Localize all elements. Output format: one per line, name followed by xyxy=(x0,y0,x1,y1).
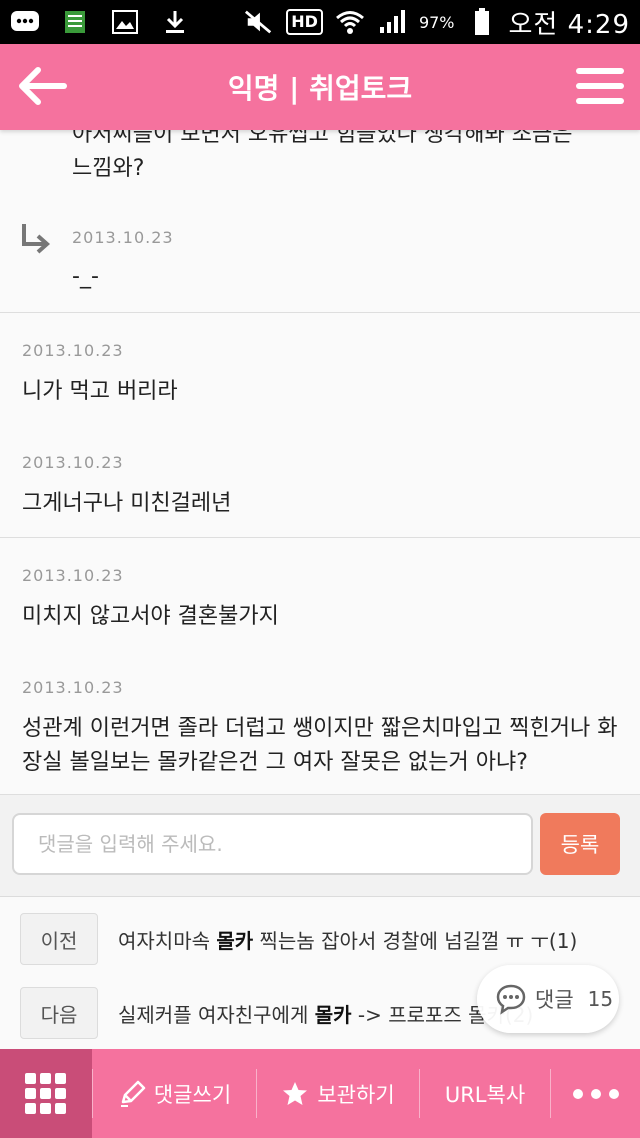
next-tag: 다음 xyxy=(20,987,98,1039)
comment-item: 2013.10.23 성관계 이런거면 졸라 더럽고 쌩이지만 짧은치마입고 찍… xyxy=(22,678,622,780)
write-comment-label: 댓글쓰기 xyxy=(153,1082,232,1107)
battery-percent: 97% xyxy=(418,12,455,32)
reply-text: -_- xyxy=(72,264,99,289)
speech-bubble-icon xyxy=(496,984,526,1015)
status-bar: HD 97% 오전 4:29 xyxy=(0,0,640,44)
reply-arrow-icon xyxy=(22,224,51,254)
comment-text: 니가 먹고 버리라 xyxy=(22,379,178,404)
comment-date: 2013.10.23 xyxy=(22,341,124,360)
comment-input-row: 등록 xyxy=(0,795,640,897)
comment-group: 2013.10.23 미치지 않고서야 결혼불가지 2013.10.23 성관계… xyxy=(0,538,640,795)
copy-url-button[interactable]: URL복사 xyxy=(419,1069,550,1118)
comment-input[interactable] xyxy=(12,813,533,875)
back-arrow-icon xyxy=(19,67,67,105)
battery-icon xyxy=(467,8,497,35)
reply-date: 2013.10.23 xyxy=(72,228,174,247)
prev-post-title: 여자치마속 몰카 찍는놈 잡아서 경찰에 넘길껄 ㅠ ㅜ(1) xyxy=(118,928,578,953)
page-title: 익명 | 취업토크 xyxy=(227,72,413,105)
pencil-icon xyxy=(120,1080,146,1107)
apps-grid-button[interactable] xyxy=(0,1049,92,1138)
comment-item: 2013.10.23 그게너구나 미친걸레년 xyxy=(22,453,622,521)
write-comment-button[interactable]: 댓글쓰기 xyxy=(92,1069,256,1118)
comment-count-button[interactable]: 댓글 15 xyxy=(477,965,619,1033)
menu-button[interactable] xyxy=(576,64,624,108)
cut-off-comment-text: 아저씨들이 보면서 오유썹고 힘들었나 생각해봐 조금은 xyxy=(72,130,573,147)
hamburger-icon xyxy=(576,68,624,74)
hd-voice-badge: HD xyxy=(286,9,323,35)
comment-group: 2013.10.23 니가 먹고 버리라 2013.10.23 그게너구나 미친… xyxy=(0,313,640,538)
reply-comment-block: 아저씨들이 보면서 오유썹고 힘들었나 생각해봐 조금은 느낌와? 2013.1… xyxy=(0,130,640,313)
star-icon xyxy=(283,1081,308,1105)
comment-date: 2013.10.23 xyxy=(22,453,124,472)
comment-text: 미치지 않고서야 결혼불가지 xyxy=(22,604,279,629)
comment-text: 그게너구나 미친걸레년 xyxy=(22,491,232,516)
wifi-icon xyxy=(335,9,365,35)
bookmark-label: 보관하기 xyxy=(317,1082,395,1107)
chat-bubble-icon xyxy=(10,9,40,35)
download-icon xyxy=(160,9,190,35)
more-button[interactable] xyxy=(550,1069,640,1118)
spreadsheet-icon xyxy=(60,9,90,35)
app-header: 익명 | 취업토크 xyxy=(0,44,640,130)
comment-text: 성관계 이런거면 졸라 더럽고 쌩이지만 짧은치마입고 찍힌거나 화장실 볼일보… xyxy=(22,716,618,775)
image-icon xyxy=(110,9,140,35)
comment-item: 2013.10.23 니가 먹고 버리라 xyxy=(22,341,622,409)
comment-count: 15 xyxy=(587,987,614,1011)
signal-icon xyxy=(377,9,407,35)
prev-tag: 이전 xyxy=(20,913,98,965)
grid-icon xyxy=(25,1072,66,1114)
submit-comment-button[interactable]: 등록 xyxy=(540,813,620,875)
comment-count-label: 댓글 xyxy=(535,988,574,1012)
comment-list[interactable]: 아저씨들이 보면서 오유썹고 힘들었나 생각해봐 조금은 느낌와? 2013.1… xyxy=(0,130,640,795)
bottom-toolbar: 댓글쓰기 보관하기 URL복사 xyxy=(0,1049,640,1138)
bookmark-button[interactable]: 보관하기 xyxy=(256,1069,419,1118)
back-button[interactable] xyxy=(16,64,68,108)
cut-off-comment-text-line2: 느낌와? xyxy=(72,156,145,181)
copy-url-label: URL복사 xyxy=(444,1082,526,1107)
more-dots-icon xyxy=(572,1088,583,1099)
comment-date: 2013.10.23 xyxy=(22,566,124,585)
comment-item: 2013.10.23 미치지 않고서야 결혼불가지 xyxy=(22,566,622,634)
clock: 오전 4:29 xyxy=(508,9,630,40)
mute-icon xyxy=(244,9,274,35)
comment-date: 2013.10.23 xyxy=(22,678,124,697)
